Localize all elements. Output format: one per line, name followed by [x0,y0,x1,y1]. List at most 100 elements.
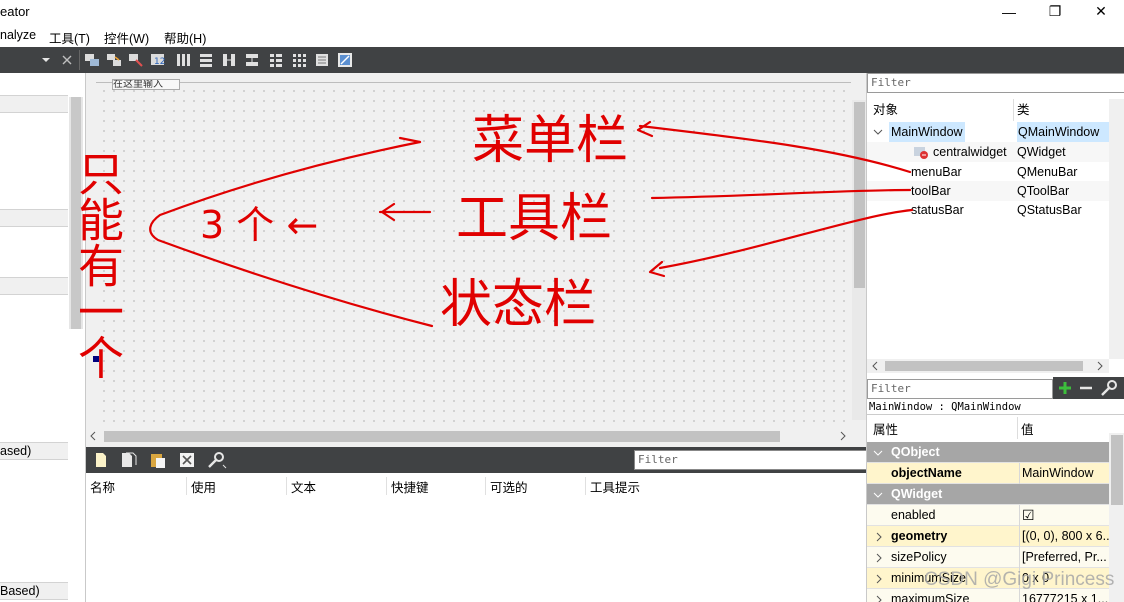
object-name: toolBar [911,184,951,198]
qt-designer-window: eator — ❐ ✕ nalyze 工具(T) 控件(W) 帮助(H) 12 [0,0,1124,602]
scroll-left-icon[interactable] [870,361,880,371]
layout-splitter-v-icon[interactable] [244,52,260,68]
property-value[interactable]: MainWindow [1019,463,1109,484]
main-toolbar: 12 [0,47,1124,73]
copy-action-icon[interactable] [120,452,138,468]
maximize-button[interactable]: ❐ [1032,0,1078,23]
scrollbar-thumb[interactable] [854,102,865,288]
minimize-button[interactable]: — [986,0,1032,23]
column-header-used[interactable]: 使用 [186,477,216,495]
edit-widgets-icon[interactable] [84,52,100,68]
break-layout-icon[interactable] [314,52,330,68]
property-value[interactable]: [(0, 0), 800 x 6... [1019,526,1109,547]
scrollbar-thumb[interactable] [104,431,780,442]
dropdown-arrow-icon[interactable] [40,55,52,65]
column-header-property[interactable]: 属性 [873,419,898,438]
object-vertical-scrollbar[interactable] [1109,99,1124,359]
widget-category-header[interactable]: Based) [0,582,68,600]
widget-category-header[interactable] [0,277,68,295]
paste-action-icon[interactable] [149,451,167,469]
property-group-qwidget[interactable]: QWidget [867,484,1109,505]
chevron-right-icon[interactable] [875,553,883,563]
layout-form-icon[interactable] [268,52,284,68]
edit-buddies-icon[interactable] [128,52,144,68]
column-header-name[interactable]: 名称 [86,477,115,495]
property-row-sizepolicy[interactable]: sizePolicy [Preferred, Pr... [867,547,1109,568]
scroll-left-icon[interactable] [88,431,98,441]
form-canvas[interactable]: 在这里输入 [96,79,851,424]
property-group-qobject[interactable]: QObject [867,442,1109,463]
new-action-icon[interactable] [94,452,108,468]
object-row-mainwindow[interactable]: MainWindow QMainWindow [867,122,1109,142]
property-row-enabled[interactable]: enabled ☑ [867,505,1109,526]
form-editor-area: 在这里输入 [86,73,866,447]
object-row-statusbar[interactable]: statusBar QStatusBar [867,200,1109,220]
chevron-right-icon[interactable] [875,595,883,602]
menu-tools[interactable]: 工具(T) [49,28,90,47]
property-group-name: QWidget [891,487,943,501]
scroll-right-icon[interactable] [1095,361,1105,371]
adjust-size-icon[interactable] [337,52,353,68]
property-row-geometry[interactable]: geometry [(0, 0), 800 x 6... [867,526,1109,547]
widget-category-header[interactable] [0,95,68,113]
object-filter-input[interactable]: Filter [867,73,1124,93]
menu-widgets[interactable]: 控件(W) [104,28,149,47]
object-name: MainWindow [889,122,965,142]
object-row-centralwidget[interactable]: centralwidget QWidget [867,142,1109,162]
menu-help[interactable]: 帮助(H) [164,28,206,47]
layout-splitter-h-icon[interactable] [221,52,237,68]
scroll-right-icon[interactable] [838,431,848,441]
chevron-down-icon[interactable] [873,490,883,500]
layout-vertical-icon[interactable] [198,52,214,68]
object-row-toolbar[interactable]: toolBar QToolBar [867,181,1109,201]
edit-tab-order-icon[interactable]: 12 [150,52,166,68]
delete-action-icon[interactable] [179,452,195,468]
close-button[interactable]: ✕ [1078,0,1124,23]
window-title: eator [0,4,30,19]
title-bar: eator — ❐ ✕ [0,0,1124,23]
column-header-shortcut[interactable]: 快捷键 [386,477,429,495]
configure-wrench-icon[interactable] [1099,379,1119,397]
column-header-object[interactable]: 对象 [873,99,898,121]
chevron-down-icon[interactable] [873,448,883,458]
chevron-down-icon[interactable] [873,127,883,137]
chevron-right-icon[interactable] [875,574,883,584]
column-header-value[interactable]: 值 [1021,419,1034,438]
property-row-objectname[interactable]: objectName MainWindow [867,463,1109,484]
form-horizontal-scrollbar[interactable] [86,429,852,444]
add-property-icon[interactable] [1057,380,1073,396]
scrollbar-thumb[interactable] [885,361,1083,371]
enabled-checkbox[interactable]: ☑ [1019,505,1109,526]
object-class: QMainWindow [1017,122,1109,142]
menu-placeholder-tab[interactable]: 在这里输入 [112,79,180,90]
remove-property-icon[interactable] [1078,380,1094,396]
layout-grid-icon[interactable] [291,52,307,68]
column-header-text[interactable]: 文本 [286,477,316,495]
widget-category-header[interactable]: ased) [0,442,68,460]
property-object-class-label: MainWindow : QMainWindow [867,399,1124,415]
widget-box-scrollbar[interactable] [69,97,83,329]
column-header-tooltip[interactable]: 工具提示 [585,477,640,495]
selection-handle[interactable] [93,356,99,362]
column-header-checkable[interactable]: 可选的 [485,477,528,495]
property-value[interactable]: [Preferred, Pr... [1019,547,1109,568]
property-filter-input[interactable]: Filter [867,379,1053,399]
column-header-class[interactable]: 类 [1017,99,1030,121]
edit-signals-icon[interactable] [106,52,122,68]
header-divider [1013,99,1014,121]
chevron-right-icon[interactable] [875,532,883,542]
menu-analyze[interactable]: nalyze [0,28,36,42]
layout-horizontal-icon[interactable] [175,52,191,68]
property-name: geometry [891,529,948,543]
scrollbar-thumb[interactable] [71,97,81,329]
widget-category-header[interactable] [0,209,68,227]
right-dock: Filter 对象 类 MainWindow QMainWindow centr… [866,73,1124,602]
configure-wrench-icon[interactable] [206,451,228,469]
object-row-menubar[interactable]: menuBar QMenuBar [867,162,1109,182]
form-vertical-scrollbar[interactable] [852,100,866,420]
scrollbar-thumb[interactable] [1111,435,1123,505]
object-name: menuBar [911,165,962,179]
close-document-icon[interactable] [60,53,74,67]
object-horizontal-scrollbar[interactable] [867,359,1109,373]
property-name: sizePolicy [891,550,947,564]
